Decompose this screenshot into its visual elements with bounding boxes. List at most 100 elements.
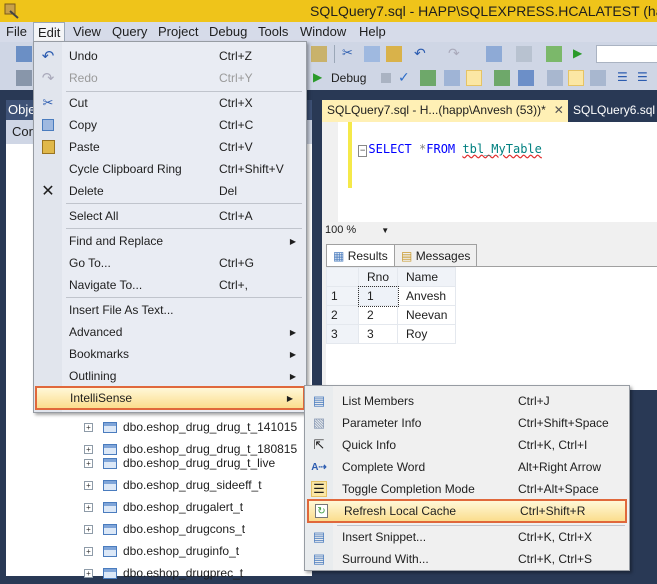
menu-item-go-to[interactable]: Go To... Ctrl+G	[34, 252, 306, 274]
menu-label: Quick Info	[342, 438, 397, 452]
expand-icon[interactable]: +	[84, 480, 93, 490]
menu-edit[interactable]: Edit	[33, 22, 66, 43]
solution-config-combo[interactable]	[596, 45, 657, 63]
menu-item-copy[interactable]: Copy Ctrl+C	[34, 114, 306, 136]
menu-item-navigate-to[interactable]: Navigate To... Ctrl+,	[34, 274, 306, 296]
expand-icon[interactable]: +	[84, 524, 93, 534]
grid-cell[interactable]: 2	[357, 305, 399, 325]
code-line[interactable]: − SELECT *FROM tbl_MyTable	[358, 142, 542, 157]
grid-cell[interactable]: 3	[357, 324, 399, 344]
cancel-query-icon[interactable]	[381, 73, 391, 83]
column-header[interactable]: Name	[397, 267, 457, 287]
menu-item-bookmarks[interactable]: Bookmarks ▶	[34, 343, 306, 365]
menu-item-outlining[interactable]: Outlining ▶	[34, 365, 306, 387]
column-header[interactable]: Rno	[357, 267, 399, 287]
grid-cell[interactable]: Anvesh	[397, 286, 457, 306]
menu-project[interactable]: Project	[158, 24, 198, 39]
tree-item[interactable]: + dbo.eshop_drug_drug_t_live	[84, 452, 275, 474]
ssms-app-icon[interactable]	[4, 3, 20, 19]
grid-cell[interactable]: Roy	[397, 324, 457, 344]
menu-item-quick-info[interactable]: ⇱ Quick Info Ctrl+K, Ctrl+I	[305, 434, 629, 456]
menu-item-advanced[interactable]: Advanced ▶	[34, 321, 306, 343]
menu-window[interactable]: Window	[300, 24, 346, 39]
expand-icon[interactable]: +	[84, 422, 93, 432]
query-editor[interactable]: − SELECT *FROM tbl_MyTable	[322, 122, 657, 222]
xmla-icon[interactable]	[311, 46, 327, 62]
tab-sqlquery6[interactable]: SQLQuery6.sql -	[568, 100, 657, 122]
insert-snippet-icon: ▤	[312, 529, 326, 544]
tab-messages[interactable]: ▤ Messages	[394, 244, 478, 266]
parse-check-icon[interactable]: ✓	[398, 70, 414, 86]
undo-icon[interactable]: ↶	[414, 46, 430, 62]
menu-item-find-and-replace[interactable]: Find and Replace ▶	[34, 230, 306, 252]
results-to-grid-icon[interactable]	[568, 70, 584, 86]
client-statistics-icon[interactable]	[518, 70, 534, 86]
menu-item-intellisense[interactable]: IntelliSense ▶	[35, 386, 305, 410]
menu-item-insert-file-as-text[interactable]: Insert File As Text...	[34, 299, 306, 321]
menu-item-list-members[interactable]: ▤ List Members Ctrl+J	[305, 390, 629, 412]
menu-help[interactable]: Help	[359, 24, 386, 39]
tree-item[interactable]: + dbo.eshop_drug_drug_t_141015	[84, 416, 297, 438]
query-options-icon[interactable]	[444, 70, 460, 86]
menu-item-cut[interactable]: ✂ Cut Ctrl+X	[34, 92, 306, 114]
navigate-backward-icon[interactable]	[486, 46, 502, 62]
menu-item-surround-with[interactable]: ▤ Surround With... Ctrl+K, Ctrl+S	[305, 548, 629, 570]
start-icon[interactable]: ▶	[573, 46, 589, 62]
expand-icon[interactable]: +	[84, 568, 93, 578]
uncomment-icon[interactable]: ☰	[637, 70, 653, 86]
table-row[interactable]: 2 2 Neevan	[326, 305, 457, 325]
collapse-icon[interactable]: −	[358, 145, 368, 157]
menu-item-select-all[interactable]: Select All Ctrl+A	[34, 205, 306, 227]
menu-item-refresh-local-cache[interactable]: ↻ Refresh Local Cache Ctrl+Shift+R	[307, 499, 627, 523]
tree-item[interactable]: + dbo.eshop_drug_sideeff_t	[84, 474, 262, 496]
results-to-text-icon[interactable]	[547, 70, 563, 86]
chevron-down-icon[interactable]: ▼	[381, 226, 389, 235]
new-query-icon[interactable]	[16, 46, 32, 62]
grid-cell[interactable]: Neevan	[397, 305, 457, 325]
tab-sqlquery7[interactable]: SQLQuery7.sql - H...(happ\Anvesh (53))* ✕	[322, 100, 568, 122]
table-row[interactable]: 3 3 Roy	[326, 324, 457, 344]
connect-icon[interactable]	[16, 70, 32, 86]
menu-item-paste[interactable]: Paste Ctrl+V	[34, 136, 306, 158]
close-tab-icon[interactable]: ✕	[554, 103, 564, 117]
menu-item-redo[interactable]: ↷ Redo Ctrl+Y	[34, 67, 306, 89]
navigate-forward-icon[interactable]	[516, 46, 532, 62]
menu-item-insert-snippet[interactable]: ▤ Insert Snippet... Ctrl+K, Ctrl+X	[305, 526, 629, 548]
menu-item-delete[interactable]: ✕ Delete Del	[34, 180, 306, 202]
redo-icon[interactable]: ↷	[448, 46, 464, 62]
expand-icon[interactable]: +	[84, 502, 93, 512]
zoom-dropdown[interactable]: 100 %	[325, 224, 356, 236]
paste-icon[interactable]	[386, 46, 402, 62]
display-plan-icon[interactable]	[420, 70, 436, 86]
grid-cell[interactable]: 1	[357, 285, 399, 307]
tree-item[interactable]: + dbo.eshop_drugprec_t	[84, 562, 243, 584]
comment-icon[interactable]: ☰	[617, 70, 633, 86]
activity-monitor-icon[interactable]	[546, 46, 562, 62]
debug-button[interactable]: Debug	[331, 71, 366, 85]
tab-results[interactable]: ▦ Results	[326, 244, 395, 266]
menu-item-parameter-info[interactable]: ▧ Parameter Info Ctrl+Shift+Space	[305, 412, 629, 434]
intellisense-enabled-icon[interactable]	[466, 70, 482, 86]
menu-item-cycle-clipboard-ring[interactable]: Cycle Clipboard Ring Ctrl+Shift+V	[34, 158, 306, 180]
menu-item-undo[interactable]: ↶ Undo Ctrl+Z	[34, 45, 306, 67]
menu-tools[interactable]: Tools	[258, 24, 288, 39]
menu-file[interactable]: File	[6, 24, 27, 39]
grid-icon: ▦	[333, 249, 345, 263]
menu-item-complete-word[interactable]: A⇢ Complete Word Alt+Right Arrow	[305, 456, 629, 478]
menu-view[interactable]: View	[73, 24, 101, 39]
tree-item[interactable]: + dbo.eshop_druginfo_t	[84, 540, 239, 562]
table-row[interactable]: 1 1 Anvesh	[326, 285, 457, 307]
copy-icon[interactable]	[364, 46, 380, 62]
tree-item[interactable]: + dbo.eshop_drugalert_t	[84, 496, 243, 518]
include-actual-plan-icon[interactable]	[494, 70, 510, 86]
menu-debug[interactable]: Debug	[209, 24, 247, 39]
cut-icon[interactable]: ✂	[342, 46, 358, 62]
menu-item-toggle-completion-mode[interactable]: ☰ Toggle Completion Mode Ctrl+Alt+Space	[305, 478, 629, 500]
expand-icon[interactable]: +	[84, 546, 93, 556]
menu-query[interactable]: Query	[112, 24, 147, 39]
expand-icon[interactable]: +	[84, 458, 93, 468]
results-grid[interactable]: Rno Name 1 1 Anvesh 2 2 Neevan 3 3 Roy	[326, 266, 657, 390]
execute-icon[interactable]: ▶	[313, 70, 329, 86]
results-to-file-icon[interactable]	[590, 70, 606, 86]
tree-item[interactable]: + dbo.eshop_drugcons_t	[84, 518, 245, 540]
